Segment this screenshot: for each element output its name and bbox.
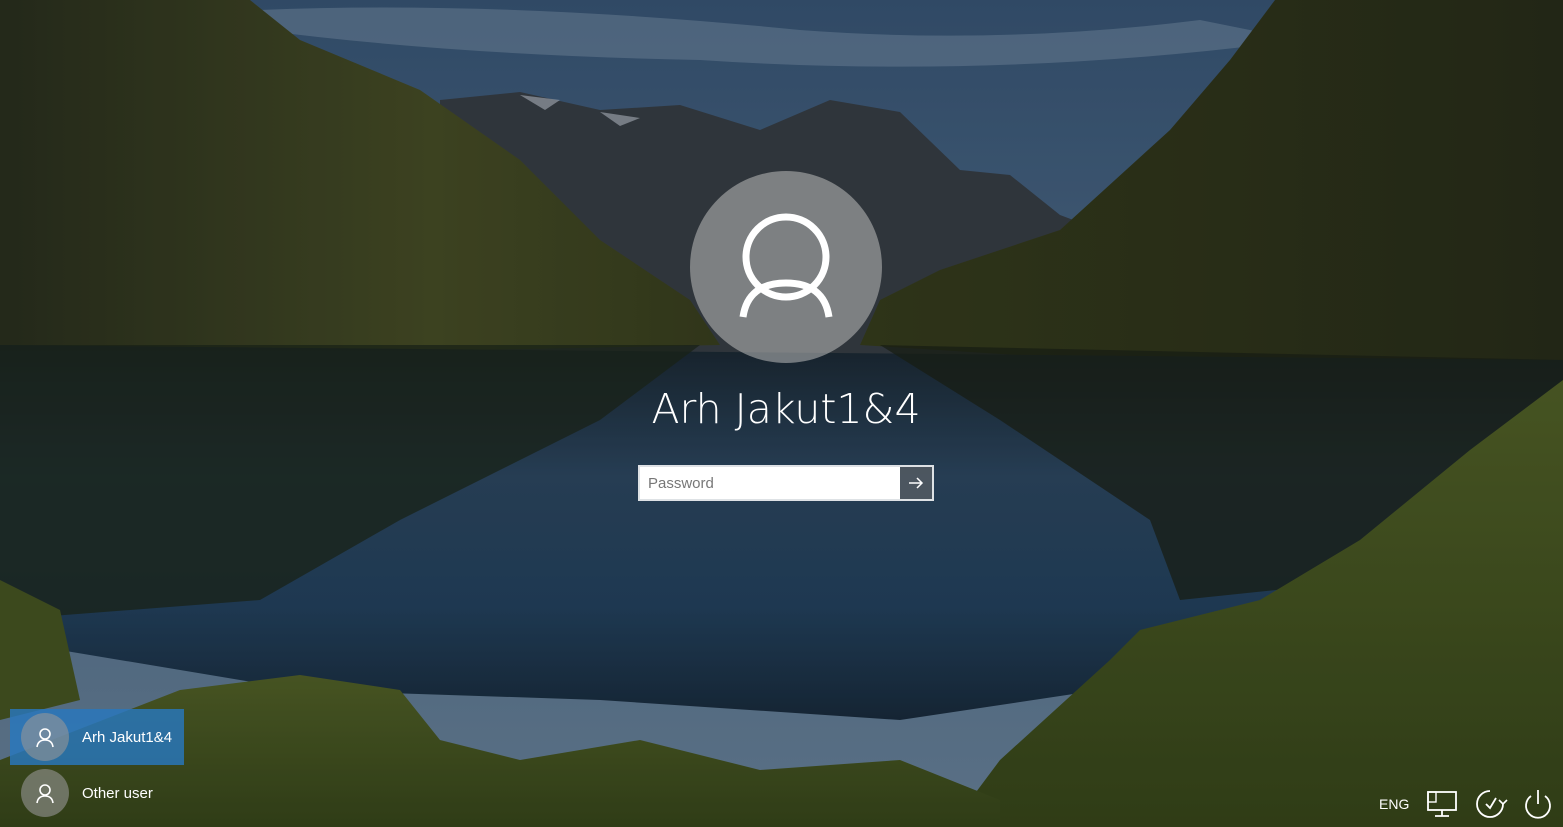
user-list-item-label: Arh Jakut1&4 — [82, 728, 173, 746]
submit-button[interactable] — [900, 467, 932, 499]
ease-of-access-button[interactable] — [1472, 786, 1508, 822]
user-list-item-label: Other user — [82, 784, 153, 802]
power-icon — [1525, 790, 1551, 819]
language-indicator[interactable]: ENG — [1379, 796, 1409, 812]
user-icon — [36, 784, 54, 804]
password-field-group — [638, 465, 934, 501]
user-avatar-small — [21, 713, 69, 761]
network-button[interactable] — [1424, 786, 1460, 822]
user-avatar-small — [21, 769, 69, 817]
user-icon — [739, 213, 833, 318]
user-list: Arh Jakut1&4 Other user — [10, 709, 184, 821]
ease-of-access-icon — [1476, 790, 1508, 818]
user-list-item-current[interactable]: Arh Jakut1&4 — [10, 709, 184, 765]
user-avatar-large — [690, 171, 882, 363]
user-list-item-other[interactable]: Other user — [10, 765, 184, 821]
user-icon — [36, 728, 54, 748]
power-button[interactable] — [1520, 786, 1556, 822]
password-input[interactable] — [640, 467, 900, 499]
network-icon — [1427, 791, 1457, 817]
current-user-name: Arh Jakut1&4 — [651, 385, 921, 433]
arrow-right-icon — [909, 477, 924, 489]
